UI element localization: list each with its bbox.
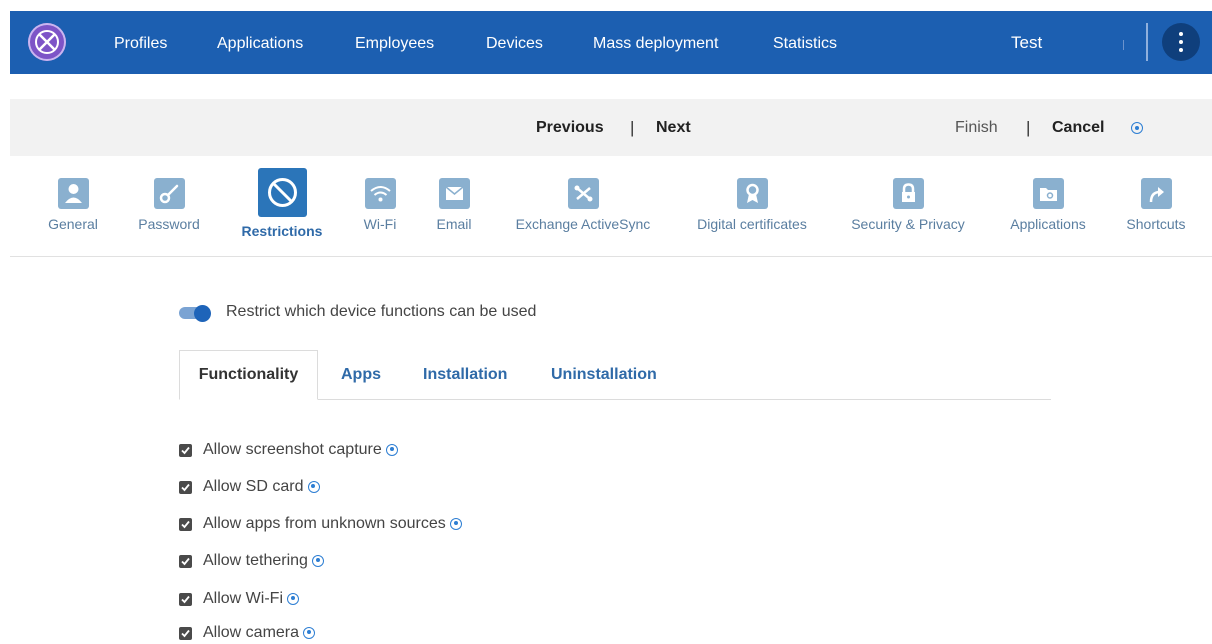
sd-card-checkbox[interactable] [179,481,192,494]
user-name[interactable]: Test [1011,33,1042,53]
share-arrow-icon [1140,178,1172,209]
certificate-icon [736,178,768,209]
nav-mass-deployment[interactable]: Mass deployment [593,35,718,53]
step-wifi[interactable]: Wi-Fi [356,178,404,232]
sync-icon [567,178,599,209]
help-icon[interactable] [386,443,399,456]
nav-divider [1123,40,1124,50]
tab-apps[interactable]: Apps [341,366,381,384]
option-label: Allow tethering [203,552,308,569]
step-exchange-activesync[interactable]: Exchange ActiveSync [508,178,658,232]
step-email[interactable]: Email [430,178,478,232]
wifi-icon [364,178,396,209]
action-separator: | [630,118,635,137]
key-icon [153,178,185,209]
option-label: Allow SD card [203,478,304,495]
nav-profiles[interactable]: Profiles [114,35,167,53]
step-label: Restrictions [241,223,323,239]
previous-button[interactable]: Previous [536,119,604,137]
option-label: Allow camera [203,624,300,641]
step-label: Email [436,216,472,232]
tab-functionality[interactable]: Functionality [179,350,318,400]
option-label: Allow apps from unknown sources [203,515,446,532]
help-icon[interactable] [287,592,300,605]
wizard-action-bar: Previous | Next Finish | Cancel [10,99,1212,156]
lock-icon [892,178,924,209]
tab-uninstallation[interactable]: Uninstallation [551,366,657,384]
step-general[interactable]: General [44,178,102,232]
tab-installation[interactable]: Installation [423,366,507,384]
step-security-privacy[interactable]: Security & Privacy [844,178,972,232]
restrict-toggle-label: Restrict which device functions can be u… [226,303,537,320]
help-icon[interactable] [307,480,320,493]
cancel-button[interactable]: Cancel [1052,119,1104,137]
restrict-toggle[interactable] [179,305,211,322]
step-digital-certificates[interactable]: Digital certificates [690,178,814,232]
kebab-menu-icon[interactable] [1162,23,1200,61]
next-button[interactable]: Next [656,119,691,137]
steps-divider [10,256,1212,257]
tethering-checkbox[interactable] [179,555,192,568]
help-icon[interactable] [303,626,316,639]
step-password[interactable]: Password [133,178,205,232]
camera-checkbox[interactable] [179,627,192,640]
option-label: Allow Wi-Fi [203,590,283,607]
wifi-checkbox[interactable] [179,593,192,606]
step-label: Exchange ActiveSync [515,216,651,232]
person-icon [57,178,89,209]
folder-icon [1032,178,1064,209]
help-icon[interactable] [312,554,325,567]
help-icon[interactable] [1131,122,1143,134]
step-label: General [48,216,98,232]
nav-applications[interactable]: Applications [217,35,303,53]
nav-separator [1146,23,1148,61]
step-label: Shortcuts [1126,216,1186,232]
unknown-sources-checkbox[interactable] [179,518,192,531]
screenshot-capture-checkbox[interactable] [179,444,192,457]
step-label: Password [138,216,200,232]
option-label: Allow screenshot capture [203,441,382,458]
help-icon[interactable] [450,517,463,530]
step-label: Security & Privacy [851,216,965,232]
envelope-icon [438,178,470,209]
step-shortcuts[interactable]: Shortcuts [1121,178,1191,232]
no-entry-icon [257,168,307,217]
nav-employees[interactable]: Employees [355,35,434,53]
step-label: Wi-Fi [363,216,397,232]
nav-statistics[interactable]: Statistics [773,35,837,53]
nav-devices[interactable]: Devices [486,35,543,53]
finish-button[interactable]: Finish [955,119,998,137]
action-separator: | [1026,118,1031,137]
app-logo-icon[interactable] [28,23,66,61]
top-navigation-bar: Profiles Applications Employees Devices … [10,11,1212,74]
step-applications[interactable]: Applications [1004,178,1092,232]
step-label: Digital certificates [697,216,807,232]
step-restrictions[interactable]: Restrictions [236,168,328,239]
step-label: Applications [1010,216,1086,232]
